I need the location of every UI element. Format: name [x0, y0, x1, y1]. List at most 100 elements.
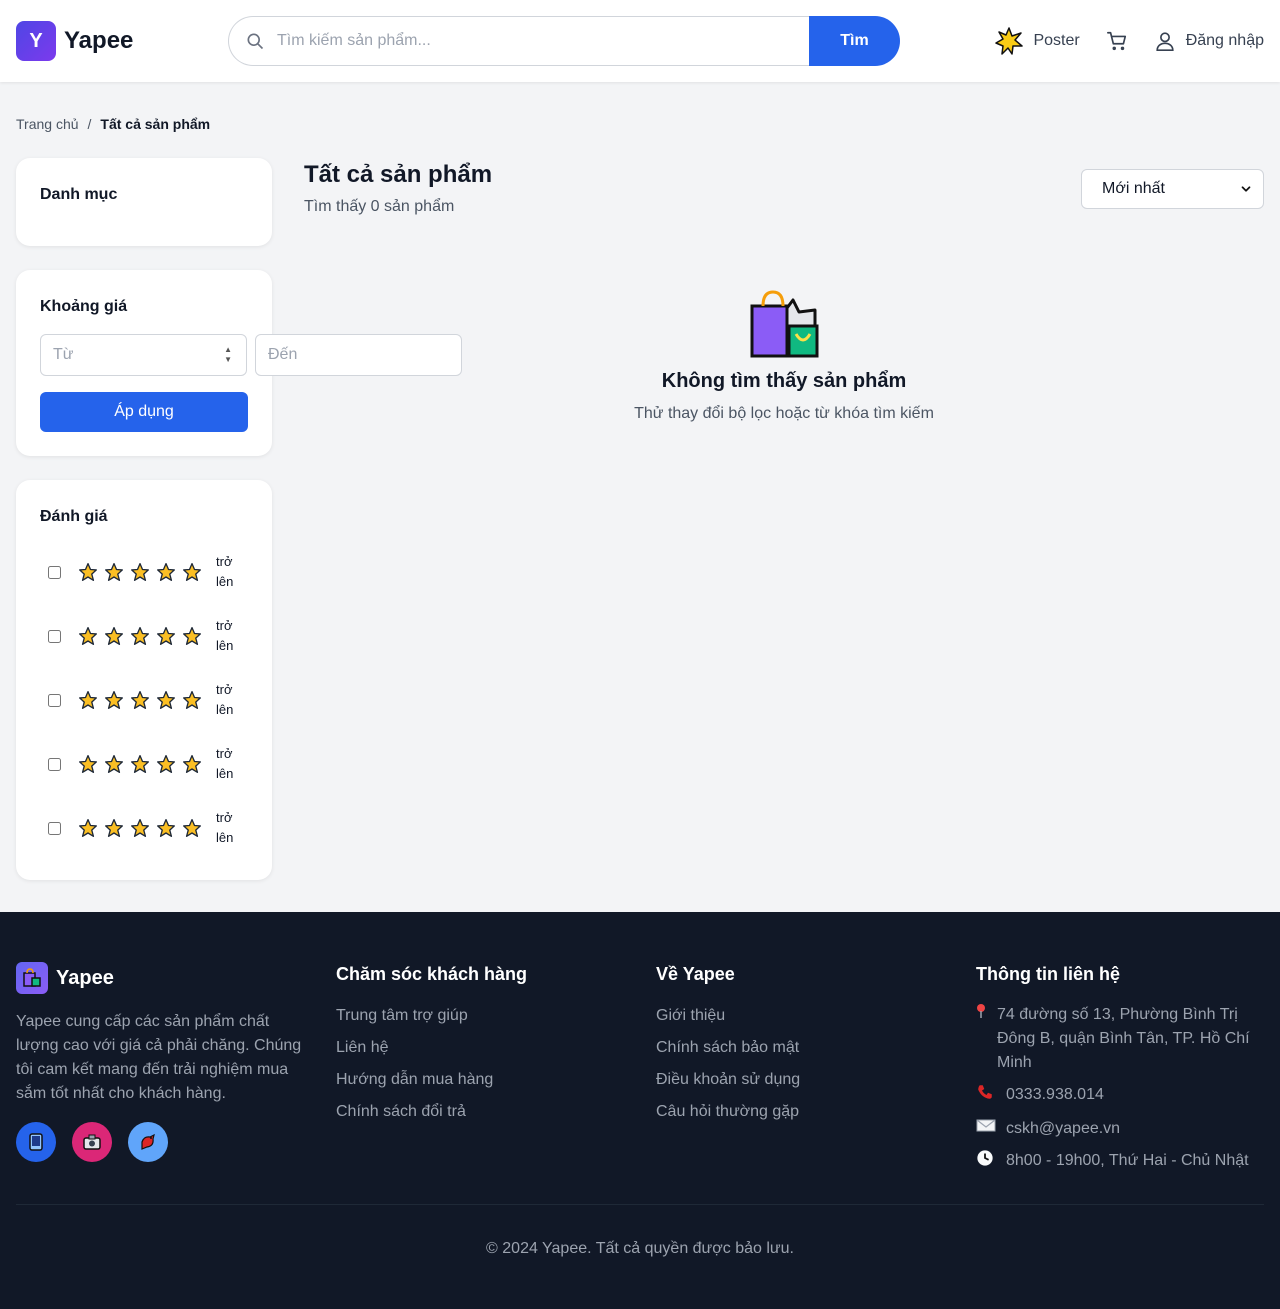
- login-link[interactable]: Đăng nhập: [1154, 30, 1264, 52]
- search-bar: Tìm: [228, 16, 900, 66]
- star-icon: [75, 818, 101, 838]
- footer-customer-care: Chăm sóc khách hàng Trung tâm trợ giúp L…: [336, 962, 527, 1133]
- contact-email-text[interactable]: cskh@yapee.vn: [1006, 1117, 1120, 1141]
- breadcrumb-home[interactable]: Trang chủ: [16, 116, 79, 132]
- envelope-icon: [976, 1117, 1006, 1141]
- rating-checkbox[interactable]: [48, 757, 61, 771]
- logo-badge: Y: [16, 21, 56, 61]
- price-title: Khoảng giá: [40, 298, 128, 315]
- price-filter-card: Khoảng giá Từ ▲ ▼ Đến Áp dụng: [16, 270, 462, 456]
- rating-option[interactable]: trở lên: [48, 680, 240, 720]
- star-icon: [101, 690, 127, 710]
- star-icon: [75, 626, 101, 646]
- rating-option-label: trở lên: [216, 682, 234, 717]
- rating-option-label: trở lên: [216, 746, 234, 781]
- footer-divider: [16, 1204, 1264, 1205]
- brand-name: Yapee: [64, 27, 134, 54]
- star-icon: [127, 626, 153, 646]
- star-icon: [179, 818, 205, 838]
- chevron-down-icon: [1241, 186, 1251, 192]
- star-icon: [101, 626, 127, 646]
- price-from-placeholder: Từ: [53, 346, 74, 363]
- bird-icon[interactable]: [128, 1122, 168, 1162]
- star-rating: [75, 626, 205, 646]
- rating-title: Đánh giá: [40, 508, 108, 525]
- contact-phone-text[interactable]: 0333.938.014: [1006, 1083, 1104, 1109]
- contact-email: cskh@yapee.vn: [976, 1117, 1266, 1141]
- footer-description: Yapee cung cấp các sản phẩm chất lượng c…: [16, 1013, 302, 1102]
- rating-checkbox[interactable]: [48, 629, 61, 643]
- search-button[interactable]: Tìm: [809, 16, 900, 66]
- star-icon: [153, 562, 179, 582]
- contact-hours: 8h00 - 19h00, Thứ Hai - Chủ Nhật: [976, 1149, 1266, 1175]
- poster-link[interactable]: Poster: [995, 27, 1080, 55]
- star-icon: [179, 562, 205, 582]
- footer-about: Về Yapee Giới thiệu Chính sách bảo mật Đ…: [656, 962, 800, 1133]
- contact-address: 74 đường số 13, Phường Bình Trị Đông B, …: [976, 1003, 1266, 1075]
- footer-link[interactable]: Chính sách đổi trả: [336, 1101, 527, 1133]
- star-rating: [75, 754, 205, 774]
- rating-option-label: trở lên: [216, 810, 234, 845]
- shopping-bags-icon: [750, 290, 819, 358]
- shopping-bags-icon: [16, 962, 48, 994]
- contact-hours-text: 8h00 - 19h00, Thứ Hai - Chủ Nhật: [1006, 1152, 1249, 1169]
- footer-link[interactable]: Điều khoản sử dụng: [656, 1069, 800, 1101]
- rating-checkbox[interactable]: [48, 821, 61, 835]
- rating-checkbox[interactable]: [48, 565, 61, 579]
- footer-brand: Yapee Yapee cung cấp các sản phẩm chất l…: [16, 962, 306, 1162]
- empty-state-title: Không tìm thấy sản phẩm: [661, 370, 907, 392]
- category-filter-card: Danh mục: [16, 158, 272, 246]
- star-icon: [179, 626, 205, 646]
- footer-care-links: Trung tâm trợ giúp Liên hệ Hướng dẫn mua…: [336, 1005, 527, 1133]
- footer-link[interactable]: Hướng dẫn mua hàng: [336, 1069, 527, 1101]
- search-box[interactable]: [228, 16, 809, 66]
- logo[interactable]: Y Yapee: [16, 21, 133, 61]
- cart-button[interactable]: [1106, 30, 1128, 52]
- social-links: [16, 1122, 306, 1162]
- sort-selected-value: Mới nhất: [1102, 180, 1165, 197]
- search-icon: [247, 33, 264, 50]
- rating-filter-card: Đánh giá trở lên trở lên trở lên trở lên…: [16, 480, 272, 880]
- camera-icon[interactable]: [72, 1122, 112, 1162]
- star-icon: [153, 626, 179, 646]
- footer-link[interactable]: Liên hệ: [336, 1037, 527, 1069]
- result-count: Tìm thấy 0 sản phẩm: [304, 198, 455, 215]
- poster-label: Poster: [1033, 32, 1080, 49]
- rating-option[interactable]: trở lên: [48, 552, 240, 592]
- number-spinner-icon[interactable]: ▲ ▼: [224, 345, 232, 365]
- star-icon: [127, 562, 153, 582]
- star-rating: [75, 562, 205, 582]
- star-icon: [127, 754, 153, 774]
- price-to-placeholder: Đến: [268, 346, 298, 363]
- star-icon: [101, 818, 127, 838]
- clock-icon: [976, 1149, 1006, 1175]
- breadcrumb-separator: /: [87, 116, 92, 132]
- site-footer: Yapee Yapee cung cấp các sản phẩm chất l…: [0, 912, 1280, 1309]
- footer-logo[interactable]: Yapee: [16, 962, 306, 994]
- header-nav: Poster Đăng nhập: [995, 26, 1264, 56]
- footer-link[interactable]: Câu hỏi thường gặp: [656, 1101, 800, 1133]
- star-icon: [75, 690, 101, 710]
- cart-icon: [1106, 31, 1126, 51]
- footer-link[interactable]: Chính sách bảo mật: [656, 1037, 800, 1069]
- contact-address-text: 74 đường số 13, Phường Bình Trị Đông B, …: [997, 1006, 1250, 1071]
- user-icon: [1156, 32, 1174, 51]
- site-header: Y Yapee Tìm Poster Đăng nhập: [0, 0, 1280, 82]
- star-rating: [75, 690, 205, 710]
- star-icon: [179, 690, 205, 710]
- search-input[interactable]: [277, 32, 777, 50]
- rating-option[interactable]: trở lên: [48, 744, 240, 784]
- star-rating: [75, 818, 205, 838]
- rating-option-label: trở lên: [216, 554, 234, 589]
- sort-select[interactable]: Mới nhất: [1081, 169, 1264, 209]
- rating-checkbox[interactable]: [48, 693, 61, 707]
- star-icon: [127, 818, 153, 838]
- rating-option[interactable]: trở lên: [48, 808, 240, 848]
- footer-link[interactable]: Giới thiệu: [656, 1005, 800, 1037]
- footer-about-title: Về Yapee: [656, 964, 735, 984]
- footer-link[interactable]: Trung tâm trợ giúp: [336, 1005, 527, 1037]
- mobile-phone-icon[interactable]: [16, 1122, 56, 1162]
- footer-contact: Thông tin liên hệ 74 đường số 13, Phường…: [976, 962, 1266, 1183]
- page-title: Tất cả sản phẩm: [304, 161, 493, 188]
- rating-option[interactable]: trở lên: [48, 616, 240, 656]
